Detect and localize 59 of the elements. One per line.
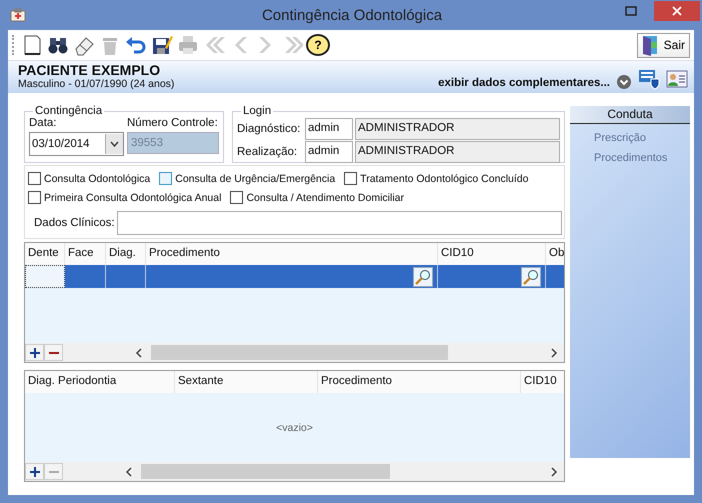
undo-arrow-icon: [125, 34, 147, 56]
first-aid-kit-icon: [10, 8, 26, 22]
scroll-left-icon[interactable]: [125, 466, 133, 476]
checkbox-label[interactable]: Tratamento Odontológico Concluído: [360, 172, 528, 184]
help-button[interactable]: ?: [306, 32, 330, 58]
scroll-left-icon[interactable]: [135, 348, 143, 358]
control-number-label: Número Controle:: [127, 117, 219, 129]
user-field[interactable]: admin: [305, 118, 353, 140]
checkbox-label[interactable]: Consulta Odontológica: [44, 172, 150, 184]
user-name-field[interactable]: ADMINISTRADOR: [355, 141, 560, 163]
date-label: Data:: [29, 117, 58, 129]
remove-button[interactable]: [44, 344, 63, 361]
plus-icon: [30, 466, 40, 476]
checkbox-label[interactable]: Consulta / Atendimento Domiciliar: [246, 192, 404, 204]
clinical-data-field[interactable]: [116, 211, 562, 235]
column-header[interactable]: CID10: [521, 371, 564, 393]
clinical-data-label: Dados Clínicos:: [33, 217, 115, 229]
floppy-disk-icon: [151, 34, 173, 56]
checkbox[interactable]: [344, 172, 358, 185]
maximize-icon: [625, 6, 637, 16]
search-icon[interactable]: [521, 266, 541, 286]
column-header[interactable]: Sextante: [175, 371, 318, 393]
dropdown-button[interactable]: [105, 134, 123, 154]
panel-title: Conduta: [570, 106, 690, 124]
expand-icon[interactable]: [616, 74, 632, 90]
column-header[interactable]: Procedimento: [318, 371, 521, 393]
date-field[interactable]: 03/10/2014: [29, 132, 124, 156]
scroll-right-icon[interactable]: [550, 348, 558, 358]
chevron-down-icon: [110, 141, 119, 147]
group-title: Contingência: [34, 105, 104, 117]
checkbox[interactable]: [28, 191, 41, 204]
search-icon[interactable]: [413, 266, 433, 286]
monitor-shield-icon[interactable]: [638, 68, 660, 90]
column-header[interactable]: Diag. Periodontia: [25, 371, 175, 393]
add-button[interactable]: [25, 344, 44, 361]
close-icon: [671, 5, 683, 17]
user-name-field[interactable]: ADMINISTRADOR: [355, 118, 560, 140]
login-label: Diagnóstico:: [237, 123, 302, 135]
grid-cell[interactable]: [25, 265, 65, 288]
exit-button[interactable]: Sair: [636, 32, 690, 58]
window-title: Contingência Odontológica: [260, 6, 444, 24]
checkbox-label[interactable]: Consulta de Urgência/Emergência: [175, 172, 336, 184]
scroll-right-icon[interactable]: [550, 466, 558, 476]
patient-details: Masculino - 01/07/1990 (24 anos): [18, 78, 176, 90]
checkbox-label[interactable]: Primeira Consulta Odontológica Anual: [44, 192, 222, 204]
checkbox[interactable]: [159, 172, 172, 185]
close-button[interactable]: [654, 1, 700, 21]
checkbox[interactable]: [230, 191, 244, 204]
more-details-link[interactable]: exibir dados complementares...: [438, 77, 610, 89]
group-title: Login: [242, 105, 272, 117]
plus-icon: [30, 348, 40, 358]
contact-card-icon[interactable]: [666, 68, 688, 90]
user-field[interactable]: admin: [305, 141, 353, 163]
checkbox[interactable]: [28, 172, 41, 185]
printer-icon: [177, 34, 199, 56]
empty-message: <vazio>: [276, 422, 313, 434]
patient-name: PACIENTE EXEMPLO: [18, 63, 162, 78]
login-label: Realização:: [237, 146, 298, 158]
add-button[interactable]: [25, 463, 44, 480]
